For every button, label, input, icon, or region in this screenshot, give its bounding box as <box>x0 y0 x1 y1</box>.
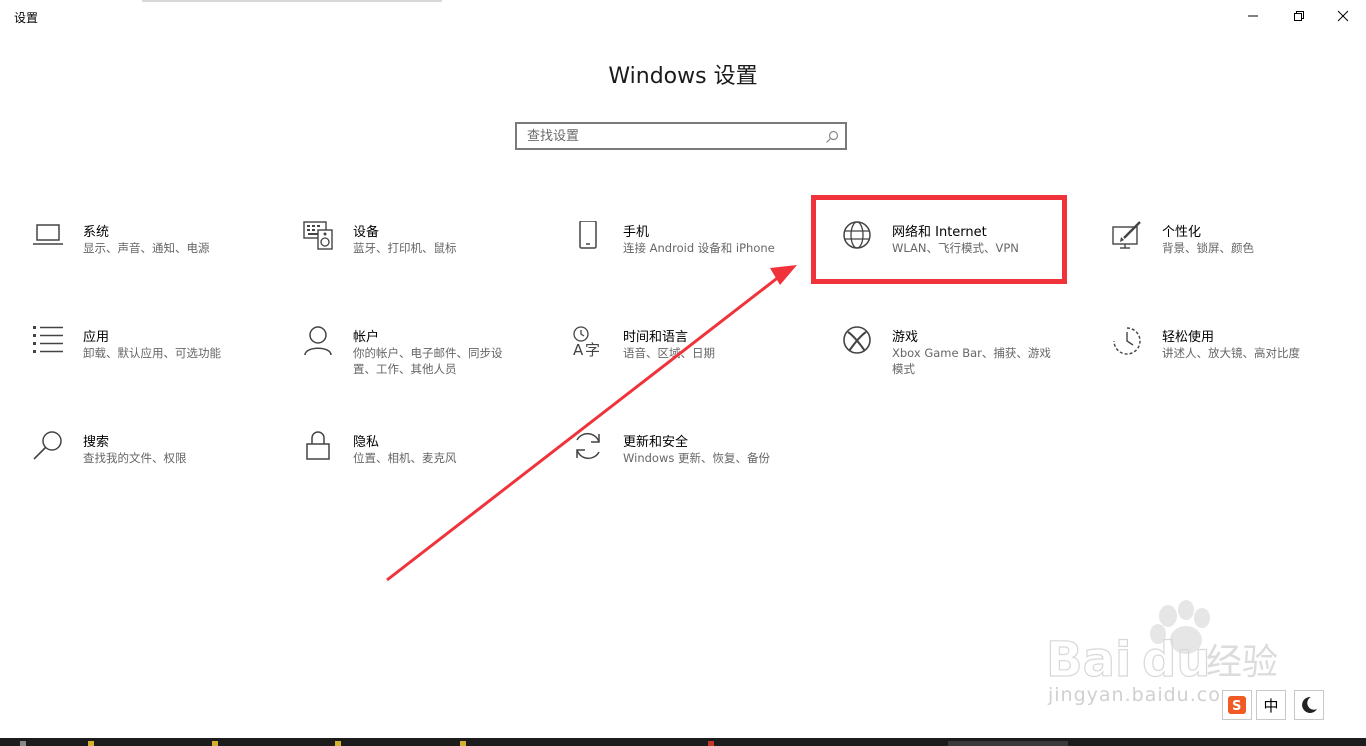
taskbar-item[interactable] <box>460 741 466 746</box>
svg-text:经验: 经验 <box>1206 642 1278 683</box>
watermark-url: jingyan.baidu.com <box>1048 684 1241 706</box>
taskbar <box>0 738 1366 746</box>
taskbar-item[interactable] <box>708 741 714 746</box>
night-mode-button[interactable] <box>1294 690 1324 720</box>
taskbar-item[interactable] <box>335 741 341 746</box>
svg-text:Bai: Bai <box>1046 632 1131 688</box>
taskbar-item[interactable] <box>88 741 94 746</box>
taskbar-item[interactable] <box>212 741 218 746</box>
svg-text:du: du <box>1142 632 1211 688</box>
taskbar-item[interactable] <box>20 741 26 746</box>
taskbar-item-active[interactable] <box>948 741 1068 746</box>
svg-text:S: S <box>1232 699 1241 714</box>
ime-language-button[interactable]: 中 <box>1256 690 1286 720</box>
ime-language-label: 中 <box>1263 696 1279 715</box>
ime-s-icon: S <box>1228 696 1246 714</box>
moon-icon <box>1302 696 1317 713</box>
ime-s-button[interactable]: S <box>1222 690 1252 720</box>
